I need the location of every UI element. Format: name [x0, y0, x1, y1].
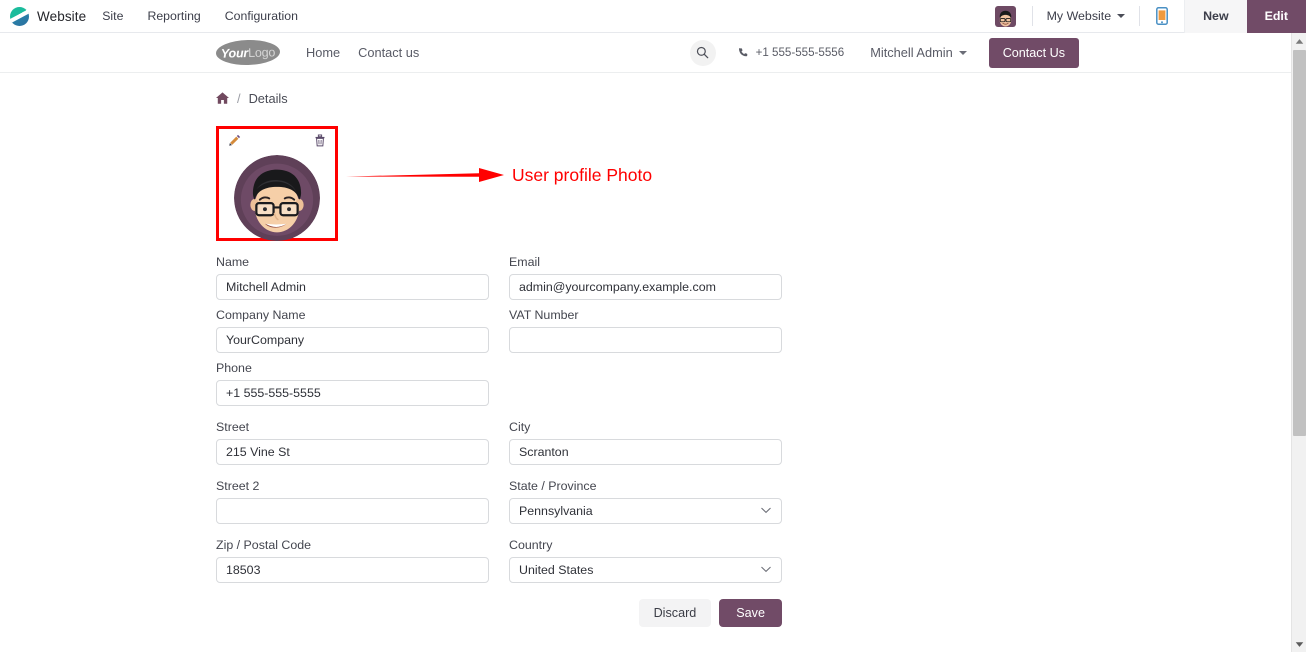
annotation-label: User profile Photo: [512, 164, 653, 185]
chevron-down-icon: [1117, 14, 1126, 18]
state-select-wrapper: Pennsylvania: [509, 498, 782, 524]
label-street-2: Street 2: [216, 479, 260, 493]
home-icon[interactable]: [216, 91, 229, 106]
brand-area[interactable]: Website: [0, 6, 87, 26]
menu-item-configuration[interactable]: Configuration: [223, 5, 300, 27]
form-row-name-email: Name Email: [216, 255, 786, 300]
mobile-preview-icon: [1156, 7, 1169, 25]
discard-button[interactable]: Discard: [638, 599, 712, 627]
street-input[interactable]: [216, 439, 489, 465]
label-state-province: State / Province: [509, 479, 597, 493]
site-user-name: Mitchell Admin: [870, 45, 953, 60]
label-email: Email: [509, 255, 540, 269]
save-button[interactable]: Save: [719, 599, 782, 627]
site-logo[interactable]: Your Logo: [215, 39, 281, 66]
street-2-input[interactable]: [216, 498, 489, 524]
profile-photo-box[interactable]: [216, 126, 338, 241]
menu-item-site[interactable]: Site: [100, 5, 125, 27]
field-group-state: State / Province Pennsylvania: [509, 479, 782, 524]
annotation-user-profile-photo: User profile Photo: [346, 164, 652, 186]
site-logo-light: Logo: [247, 44, 276, 60]
field-group-country: Country United States: [509, 538, 782, 583]
phone-input[interactable]: [216, 380, 489, 406]
phone-icon: [738, 48, 747, 57]
trash-delete-icon[interactable]: [314, 134, 326, 151]
breadcrumb: / Details: [216, 91, 1291, 106]
search-button[interactable]: [689, 39, 716, 66]
phone-number: +1 555-555-5556: [755, 46, 845, 59]
label-company-name: Company Name: [216, 308, 306, 322]
field-group-street: Street: [216, 420, 489, 465]
backend-menu: Site Reporting Configuration: [100, 5, 300, 27]
form-row-company-vat: Company Name VAT Number: [216, 308, 786, 353]
image-action-bar: [219, 134, 335, 151]
field-group-email: Email: [509, 255, 782, 300]
form-row-street-city: Street City: [216, 420, 786, 465]
new-button[interactable]: New: [1184, 0, 1247, 33]
company-name-input[interactable]: [216, 327, 489, 353]
site-logo-bold: Your: [220, 45, 249, 61]
website-selector[interactable]: My Website: [1033, 9, 1140, 23]
phone-link[interactable]: +1 555-555-5556: [738, 46, 845, 59]
nav-link-home[interactable]: Home: [306, 45, 340, 60]
page-scrollbar[interactable]: [1291, 33, 1306, 652]
field-group-name: Name: [216, 255, 489, 300]
contact-us-button[interactable]: Contact Us: [988, 37, 1079, 68]
backend-navbar: Website Site Reporting Configuration My …: [0, 0, 1306, 33]
name-input[interactable]: [216, 274, 489, 300]
label-country: Country: [509, 538, 553, 552]
email-input[interactable]: [509, 274, 782, 300]
navbar-user-avatar-icon[interactable]: [994, 5, 1016, 27]
label-zip-postal-code: Zip / Postal Code: [216, 538, 312, 552]
field-group-street2: Street 2: [216, 479, 489, 524]
website-frame: Your Logo Home Contact us +1 555-555-5556…: [0, 33, 1291, 652]
country-select-wrapper: United States: [509, 557, 782, 583]
field-group-phone: Phone: [216, 361, 489, 406]
label-vat-number: VAT Number: [509, 308, 579, 322]
site-header-right: +1 555-555-5556 Mitchell Admin Contact U…: [689, 37, 1291, 68]
field-group-zip: Zip / Postal Code: [216, 538, 489, 583]
form-row-street2-state: Street 2 State / Province Pennsylvania: [216, 479, 786, 524]
form-row-phone: Phone: [216, 361, 786, 406]
details-form: Name Email Company Name VAT Number: [216, 255, 786, 627]
state-select[interactable]: Pennsylvania: [509, 498, 782, 524]
chevron-down-icon: [958, 50, 967, 55]
mobile-preview-button[interactable]: [1140, 7, 1184, 25]
form-row-zip-country: Zip / Postal Code Country United States: [216, 538, 786, 583]
scrollbar-thumb[interactable]: [1293, 50, 1306, 436]
label-name: Name: [216, 255, 250, 269]
scroll-down-arrow-icon[interactable]: [1292, 636, 1306, 652]
form-actions: Discard Save: [216, 599, 782, 627]
website-selector-label: My Website: [1046, 9, 1112, 23]
breadcrumb-separator: /: [237, 91, 241, 106]
odoo-logo-icon: [10, 6, 29, 26]
search-icon: [696, 46, 709, 59]
app-name: Website: [37, 8, 87, 24]
site-user-menu[interactable]: Mitchell Admin: [870, 45, 967, 60]
navbar-right: My Website New Edit: [989, 0, 1306, 33]
country-select[interactable]: United States: [509, 557, 782, 583]
page-body: / Details User profile Photo Name Mitche…: [0, 73, 1291, 627]
field-group-company-name: Company Name: [216, 308, 489, 353]
vat-number-input[interactable]: [509, 327, 782, 353]
pencil-edit-icon[interactable]: [228, 134, 241, 151]
field-group-vat-number: VAT Number: [509, 308, 782, 353]
breadcrumb-current: Details: [248, 91, 288, 106]
scroll-up-arrow-icon[interactable]: [1292, 33, 1306, 49]
website-header: Your Logo Home Contact us +1 555-555-5556…: [0, 33, 1291, 73]
red-arrow-icon: [346, 168, 504, 182]
label-street: Street: [216, 420, 250, 434]
city-input[interactable]: [509, 439, 782, 465]
user-profile-photo-icon[interactable]: [234, 155, 320, 241]
edit-button[interactable]: Edit: [1246, 0, 1306, 33]
site-navigation: Home Contact us: [306, 45, 419, 60]
menu-item-reporting[interactable]: Reporting: [145, 5, 202, 27]
zip-input[interactable]: [216, 557, 489, 583]
profile-photo-zone: User profile Photo: [216, 126, 876, 241]
nav-link-contact-us[interactable]: Contact us: [358, 45, 419, 60]
label-phone: Phone: [216, 361, 252, 375]
field-group-city: City: [509, 420, 782, 465]
label-city: City: [509, 420, 531, 434]
